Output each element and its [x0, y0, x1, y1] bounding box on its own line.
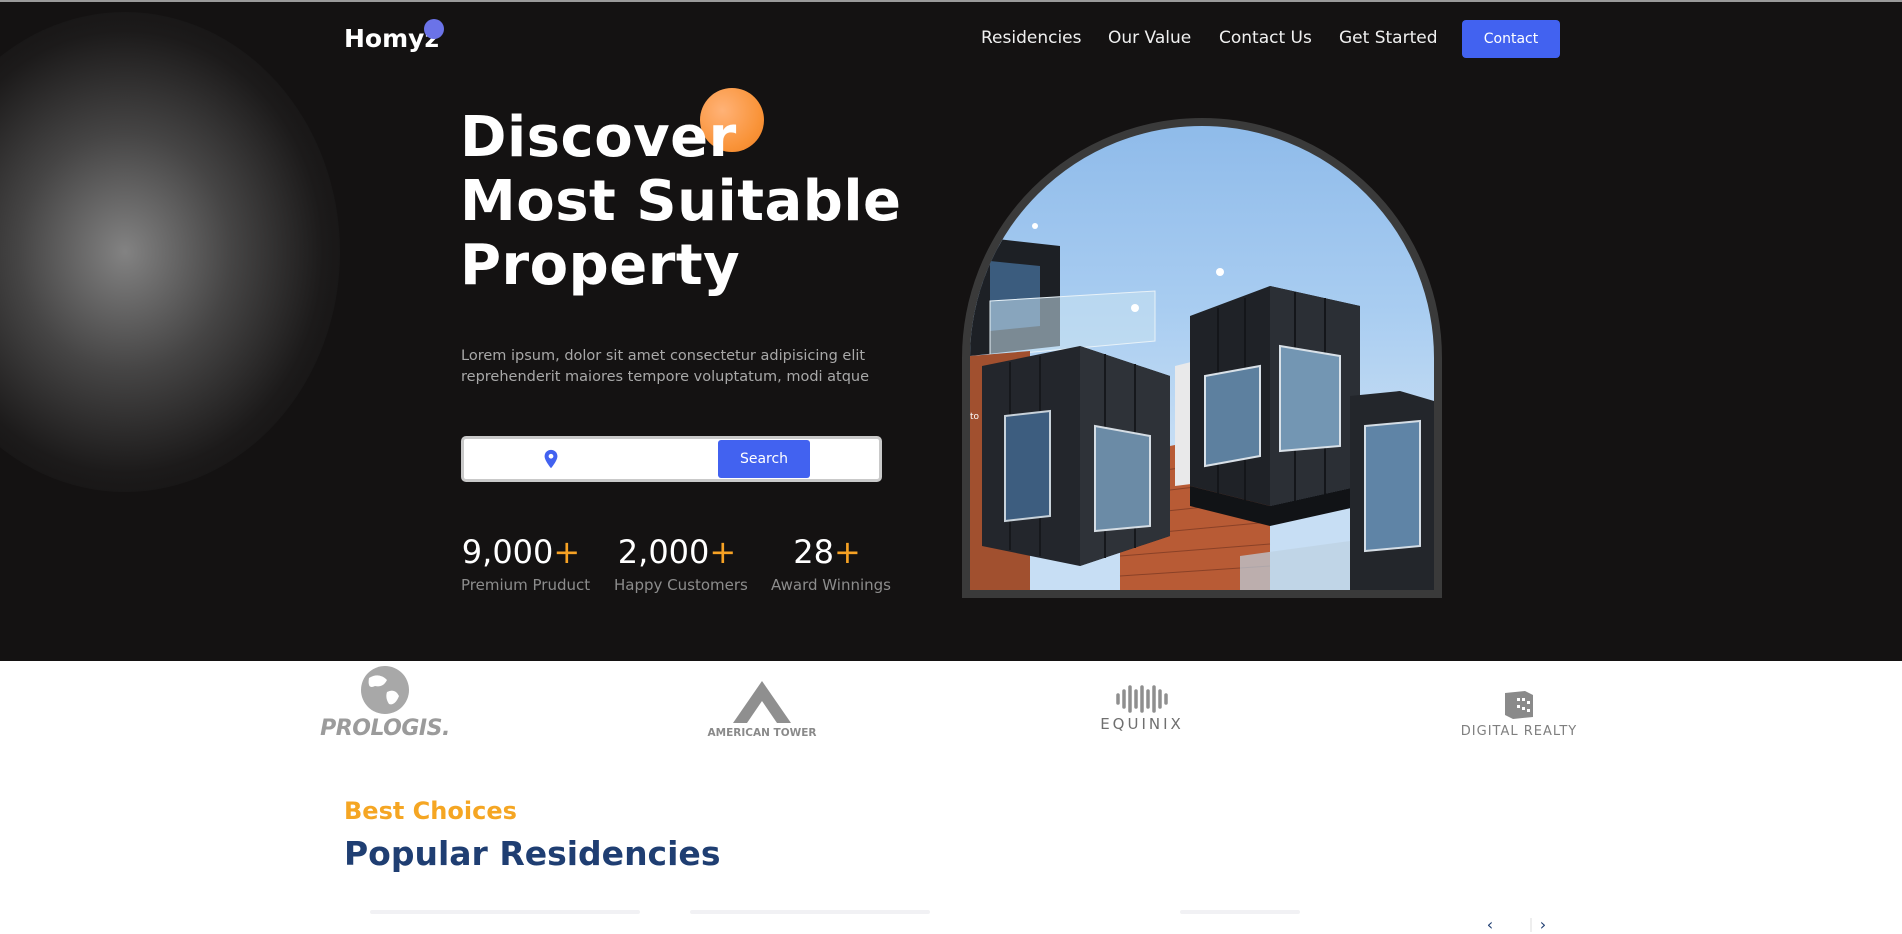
hero-title-line-1: Discover: [460, 105, 737, 170]
stat-plus: +: [553, 533, 581, 571]
residency-card-peek: [370, 910, 640, 914]
stat-label: Happy Customers: [614, 576, 748, 594]
contact-button[interactable]: Contact: [1462, 20, 1560, 58]
building-logo-icon: [1505, 691, 1533, 719]
stat-plus: +: [709, 533, 737, 571]
residencies-subtitle: Best Choices: [344, 797, 517, 825]
building-illustration: [970, 223, 1434, 590]
stat-premium-product: 9,000+ Premium Pruduct: [461, 532, 591, 594]
nav-link-residencies[interactable]: Residencies: [981, 28, 1082, 48]
location-pin-icon: [540, 448, 562, 470]
stat-award-winnings: 28+ Award Winnings: [771, 532, 891, 594]
logo-dot: [424, 19, 444, 39]
company-digital-realty: DIGITAL REALTY: [1446, 661, 1592, 739]
hero-property-image: to: [962, 118, 1442, 598]
image-overlay-text: to: [970, 412, 980, 422]
globe-icon: [361, 666, 409, 714]
residencies-title: Popular Residencies: [344, 834, 721, 873]
nav-link-our-value[interactable]: Our Value: [1108, 28, 1191, 48]
stat-plus: +: [833, 533, 861, 571]
company-name: PROLOGIS.: [320, 716, 450, 741]
company-american-tower: AMERICAN TOWER: [688, 661, 836, 739]
company-name: EQUINIX: [1100, 715, 1184, 733]
residency-card-peek: [1180, 910, 1300, 914]
residency-card-peek: [690, 910, 930, 914]
stat-label: Premium Pruduct: [461, 576, 591, 594]
equinix-wave-icon: [1116, 685, 1168, 713]
company-name: DIGITAL REALTY: [1460, 724, 1578, 739]
hero-description: Lorem ipsum, dolor sit amet consectetur …: [461, 348, 870, 385]
stat-value: 28: [793, 533, 834, 571]
stat-label: Award Winnings: [771, 576, 891, 594]
hero-title-line-2: Most Suitable: [460, 169, 902, 234]
hero-title-line-3: Property: [460, 233, 741, 298]
carousel-prev-button[interactable]: ‹: [1478, 917, 1502, 933]
nav-link-contact-us[interactable]: Contact Us: [1219, 28, 1312, 48]
search-bar: Search: [461, 436, 882, 482]
company-name: AMERICAN TOWER: [707, 727, 817, 739]
search-input[interactable]: [572, 445, 672, 473]
stat-value: 2,000: [617, 533, 710, 571]
search-button[interactable]: Search: [718, 440, 810, 478]
nav-link-get-started[interactable]: Get Started: [1339, 28, 1437, 48]
hero-title: Discover Most Suitable Property: [460, 106, 920, 298]
company-prologis: PROLOGIS.: [318, 661, 452, 741]
companies-section: PROLOGIS. AMERICAN TOWER EQUINIX DIGITAL…: [0, 661, 1902, 761]
background-glow: [0, 12, 340, 492]
stat-value: 9,000: [461, 533, 554, 571]
tower-icon: [733, 681, 791, 723]
stat-happy-customers: 2,000+ Happy Customers: [614, 532, 748, 594]
carousel-next-button[interactable]: ›: [1530, 917, 1554, 933]
company-equinix: EQUINIX: [1080, 661, 1204, 733]
hero-section: Homyz Residencies Our Value Contact Us G…: [0, 0, 1902, 661]
